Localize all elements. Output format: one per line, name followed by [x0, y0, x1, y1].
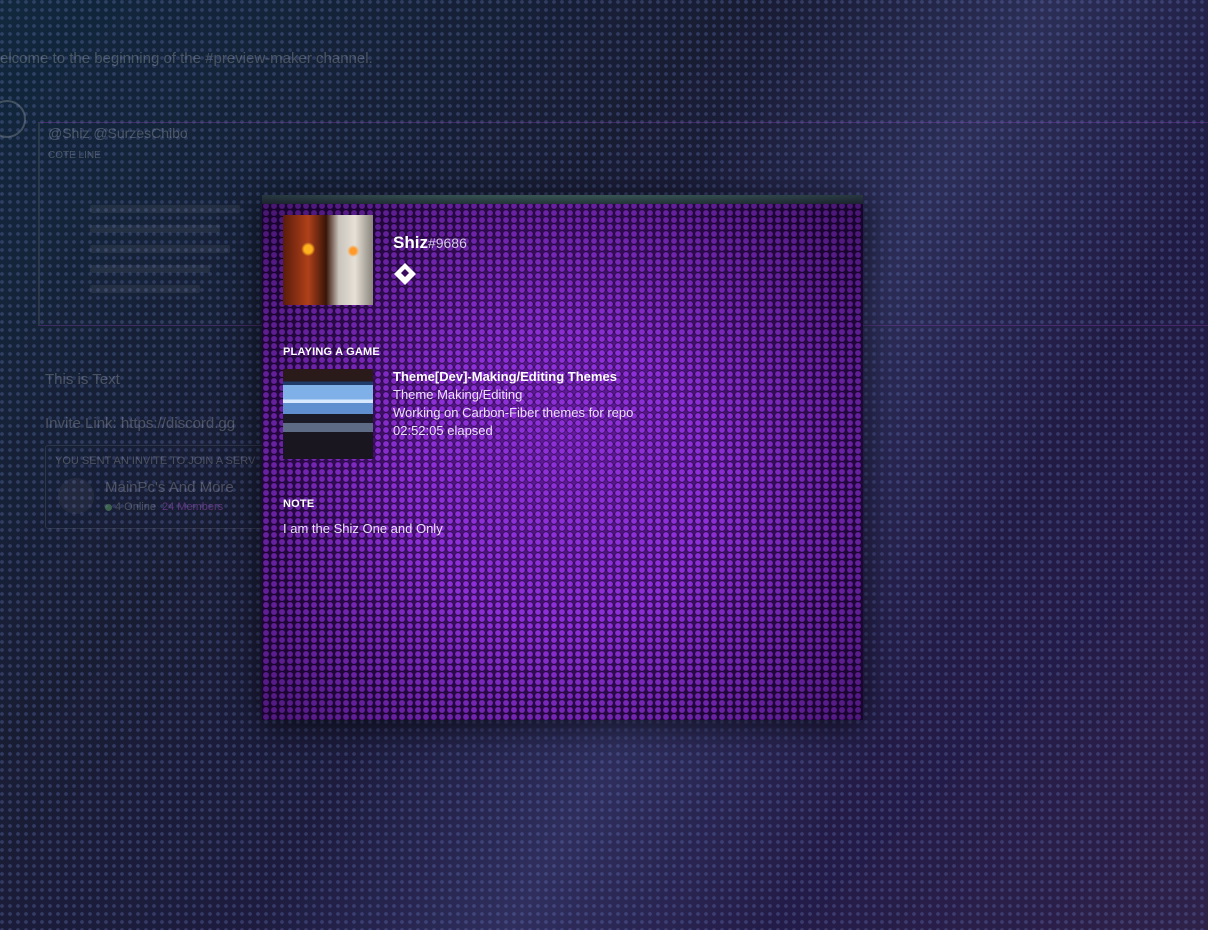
game-details: Theme Making/Editing [393, 387, 523, 402]
username-discriminator: #9686 [427, 235, 467, 251]
note-text[interactable]: I am the Shiz One and Only [283, 521, 443, 536]
game-elapsed: 02:52:05 elapsed [393, 423, 493, 438]
game-image [283, 369, 373, 459]
modal-top-bar [262, 195, 863, 204]
hypesquad-icon[interactable] [393, 262, 417, 286]
user-avatar [283, 215, 373, 305]
activity-details: Theme[Dev]-Making/Editing Themes Theme M… [393, 368, 633, 440]
game-name: Theme[Dev]-Making/Editing Themes [393, 369, 617, 384]
user-profile-modal: Shiz#9686 PLAYING A GAME Theme[Dev]-Maki… [262, 195, 863, 720]
note-header: NOTE [283, 498, 315, 510]
username: Shiz#9686 [393, 233, 467, 253]
game-state: Working on Carbon-Fiber themes for repo [393, 405, 634, 420]
activity-header: PLAYING A GAME [283, 346, 380, 358]
username-name: Shiz [393, 233, 428, 252]
